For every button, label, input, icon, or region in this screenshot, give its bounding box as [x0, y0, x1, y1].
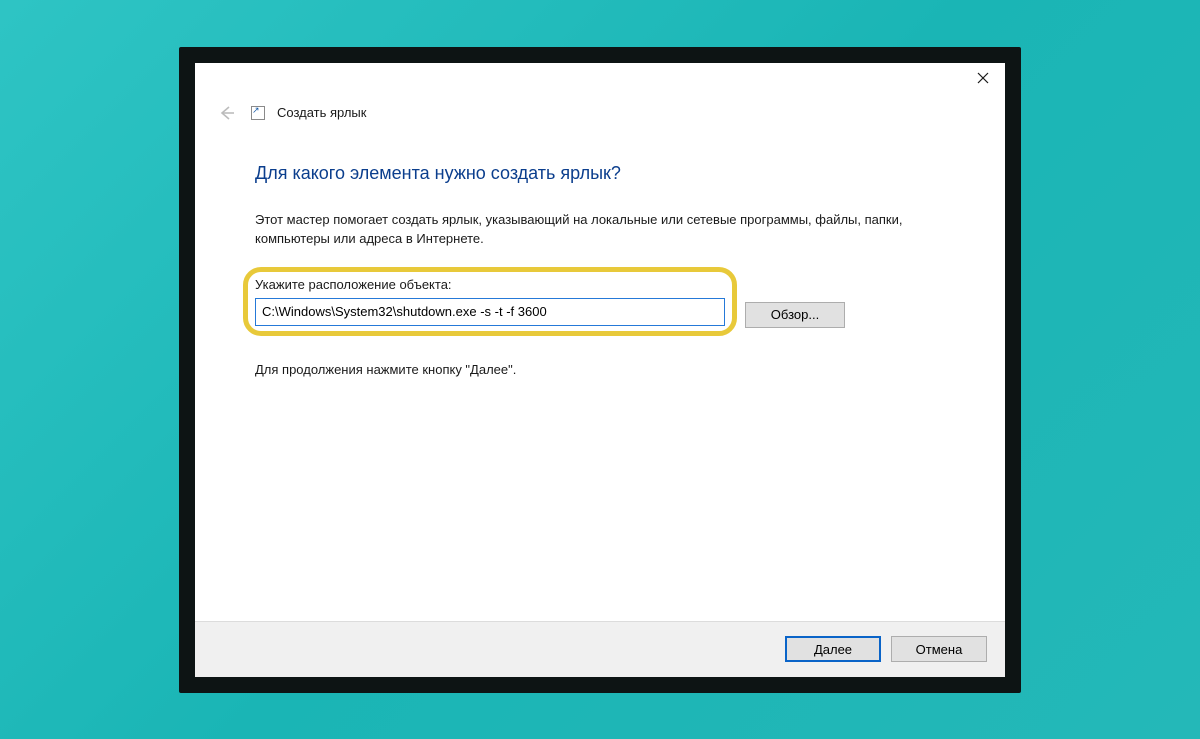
titlebar [195, 63, 1005, 101]
main-heading: Для какого элемента нужно создать ярлык? [255, 163, 955, 184]
header-row: Создать ярлык [195, 101, 1005, 135]
back-button[interactable] [215, 101, 239, 125]
wizard-window: Создать ярлык Для какого элемента нужно … [195, 63, 1005, 677]
location-input[interactable] [255, 298, 725, 326]
highlighted-field-group: Укажите расположение объекта: [255, 277, 725, 326]
back-arrow-icon [217, 103, 237, 123]
wizard-title: Создать ярлык [277, 105, 366, 120]
close-button[interactable] [960, 63, 1005, 93]
browse-button[interactable]: Обзор... [745, 302, 845, 328]
next-button[interactable]: Далее [785, 636, 881, 662]
description-text: Этот мастер помогает создать ярлык, указ… [255, 210, 935, 249]
close-icon [977, 72, 989, 84]
location-row [255, 298, 725, 326]
outer-frame: Создать ярлык Для какого элемента нужно … [179, 47, 1021, 693]
continue-hint: Для продолжения нажмите кнопку "Далее". [255, 362, 955, 377]
cancel-button[interactable]: Отмена [891, 636, 987, 662]
footer-bar: Далее Отмена [195, 621, 1005, 677]
location-label: Укажите расположение объекта: [255, 277, 725, 292]
content-area: Для какого элемента нужно создать ярлык?… [195, 135, 1005, 621]
shortcut-icon [251, 106, 265, 120]
